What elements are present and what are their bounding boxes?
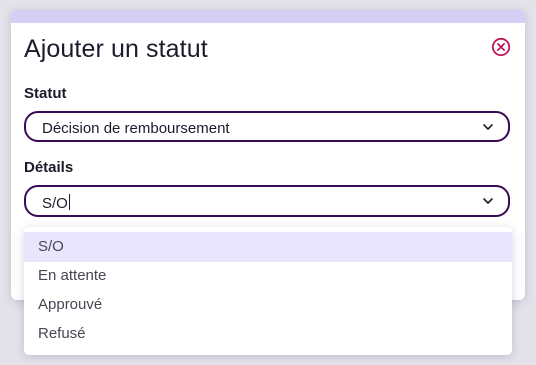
modal-topbar: [11, 10, 525, 23]
close-circle-icon: [491, 37, 511, 57]
details-input-text: S/O: [42, 195, 68, 212]
statut-label: Statut: [24, 85, 67, 102]
details-label: Détails: [24, 159, 74, 176]
chevron-down-icon: [483, 124, 493, 130]
statut-select[interactable]: Décision de remboursement: [24, 111, 510, 142]
details-input-value[interactable]: S/O: [42, 194, 70, 212]
modal-title: Ajouter un statut: [24, 35, 208, 63]
dropdown-option-approuve[interactable]: Approuvé: [24, 290, 512, 320]
close-button[interactable]: [491, 37, 511, 57]
details-combobox[interactable]: S/O: [24, 185, 510, 217]
statut-select-value: Décision de remboursement: [42, 120, 230, 137]
dropdown-option-refuse[interactable]: Refusé: [24, 319, 512, 349]
dropdown-option-so[interactable]: S/O: [24, 232, 512, 262]
details-dropdown-menu: S/O En attente Approuvé Refusé: [24, 227, 512, 355]
text-caret: [68, 194, 70, 210]
chevron-down-icon: [483, 198, 493, 204]
dropdown-option-en-attente[interactable]: En attente: [24, 261, 512, 291]
